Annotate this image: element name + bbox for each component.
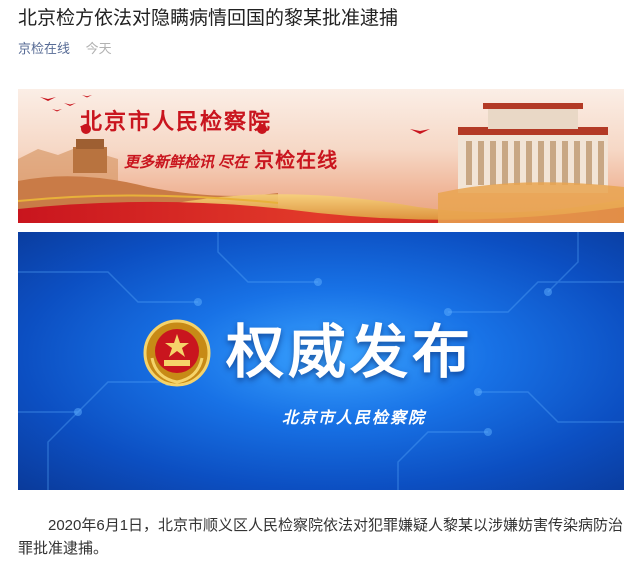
banner-slogan-text: 更多新鲜检讯 尽在 — [124, 154, 249, 171]
procuratorate-emblem-icon — [143, 319, 211, 387]
building-illustration — [438, 103, 624, 223]
banner-slogan: 更多新鲜检讯 尽在 京检在线 — [124, 144, 338, 173]
banner-subtitle: 北京市人民检察院 — [282, 410, 427, 427]
publish-date: 今天 — [85, 41, 112, 56]
banner-slogan-highlight: 京检在线 — [254, 150, 339, 172]
account-name-link[interactable]: 京检在线 — [18, 41, 70, 56]
article-title: 北京检方依法对隐瞒病情回国的黎某批准逮捕 — [18, 8, 399, 29]
article-meta: 京检在线 今天 — [18, 40, 112, 58]
banner-headline: 权威发布 — [226, 318, 475, 386]
banner-org-name: 北京市人民检察院 — [80, 109, 273, 135]
article-paragraph: 2020年6月1日，北京市顺义区人民检察院依法对犯罪嫌疑人黎某以涉嫌妨害传染病防… — [18, 517, 624, 557]
